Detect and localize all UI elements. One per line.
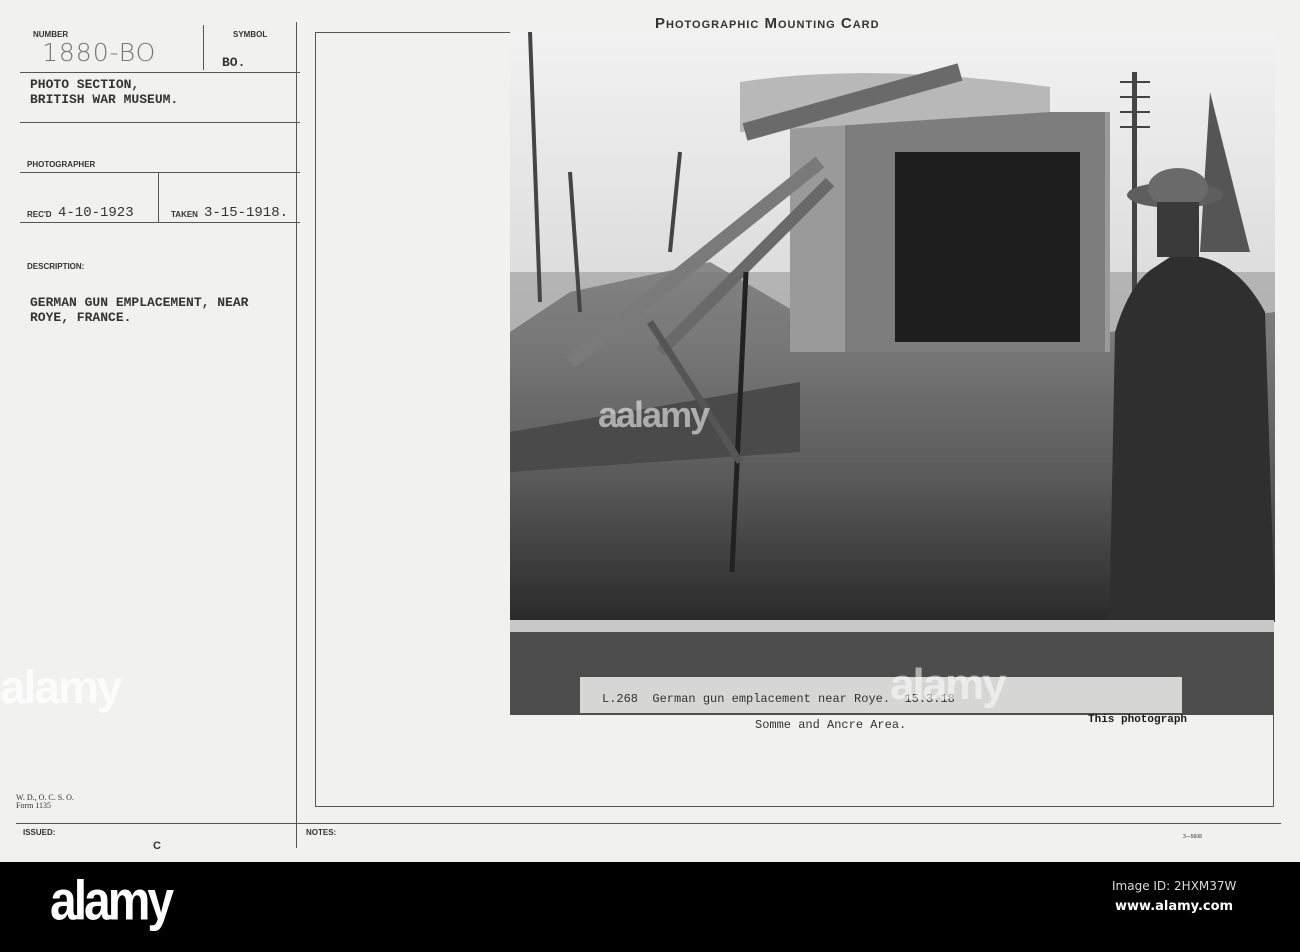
recd-value: 4-10-1923 xyxy=(58,205,134,221)
caption-line-1: L.268 German gun emplacement near Roye. … xyxy=(602,692,955,706)
taken-label: TAKEN xyxy=(171,210,198,219)
watermark-left: alamy xyxy=(0,661,122,713)
divider xyxy=(20,72,300,73)
description-label: DESCRIPTION: xyxy=(27,262,85,271)
divider xyxy=(203,25,204,70)
divider xyxy=(16,823,1281,824)
photographer-label: PHOTOGRAPHER xyxy=(27,160,96,169)
notes-label: NOTES: xyxy=(306,828,337,837)
caption-trailing: This photograph xyxy=(1088,714,1188,726)
gun-emplacement-photo xyxy=(510,32,1275,622)
description-value: GERMAN GUN EMPLACEMENT, NEAR ROYE, FRANC… xyxy=(30,295,249,325)
taken-value: 3-15-1918. xyxy=(204,205,289,221)
number-value: 1880-BO xyxy=(42,38,157,67)
stock-footer: alamy Image ID: 2HXM37W www.alamy.com xyxy=(0,862,1300,952)
alamy-logo: alamy xyxy=(50,871,174,932)
alamy-url[interactable]: www.alamy.com xyxy=(1115,899,1233,914)
issued-label: ISSUED: xyxy=(23,828,56,837)
watermark-overlay: aalamy xyxy=(598,394,710,435)
divider xyxy=(296,22,297,848)
issued-value: C xyxy=(153,840,161,852)
recd-label: REC'D xyxy=(27,210,52,219)
photograph: aalamy xyxy=(510,32,1275,622)
divider xyxy=(20,222,300,223)
divider xyxy=(158,172,159,222)
symbol-value: BO. xyxy=(222,55,246,70)
divider xyxy=(20,172,300,173)
band-strip xyxy=(510,620,1274,632)
section-text: PHOTO SECTION, BRITISH WAR MUSEUM. xyxy=(30,77,179,107)
divider xyxy=(20,122,300,123)
card-title: Photographic Mounting Card xyxy=(655,15,880,32)
print-code: 3—5608 xyxy=(1183,834,1202,840)
form-id: W. D., O. C. S. O. Form 1135 xyxy=(16,793,74,810)
photo-caption: L.268 German gun emplacement near Roye. … xyxy=(580,677,1182,732)
symbol-label: SYMBOL xyxy=(233,30,268,39)
watermark-center: alamy xyxy=(890,660,1007,709)
image-id: Image ID: 2HXM37W xyxy=(1112,879,1237,893)
